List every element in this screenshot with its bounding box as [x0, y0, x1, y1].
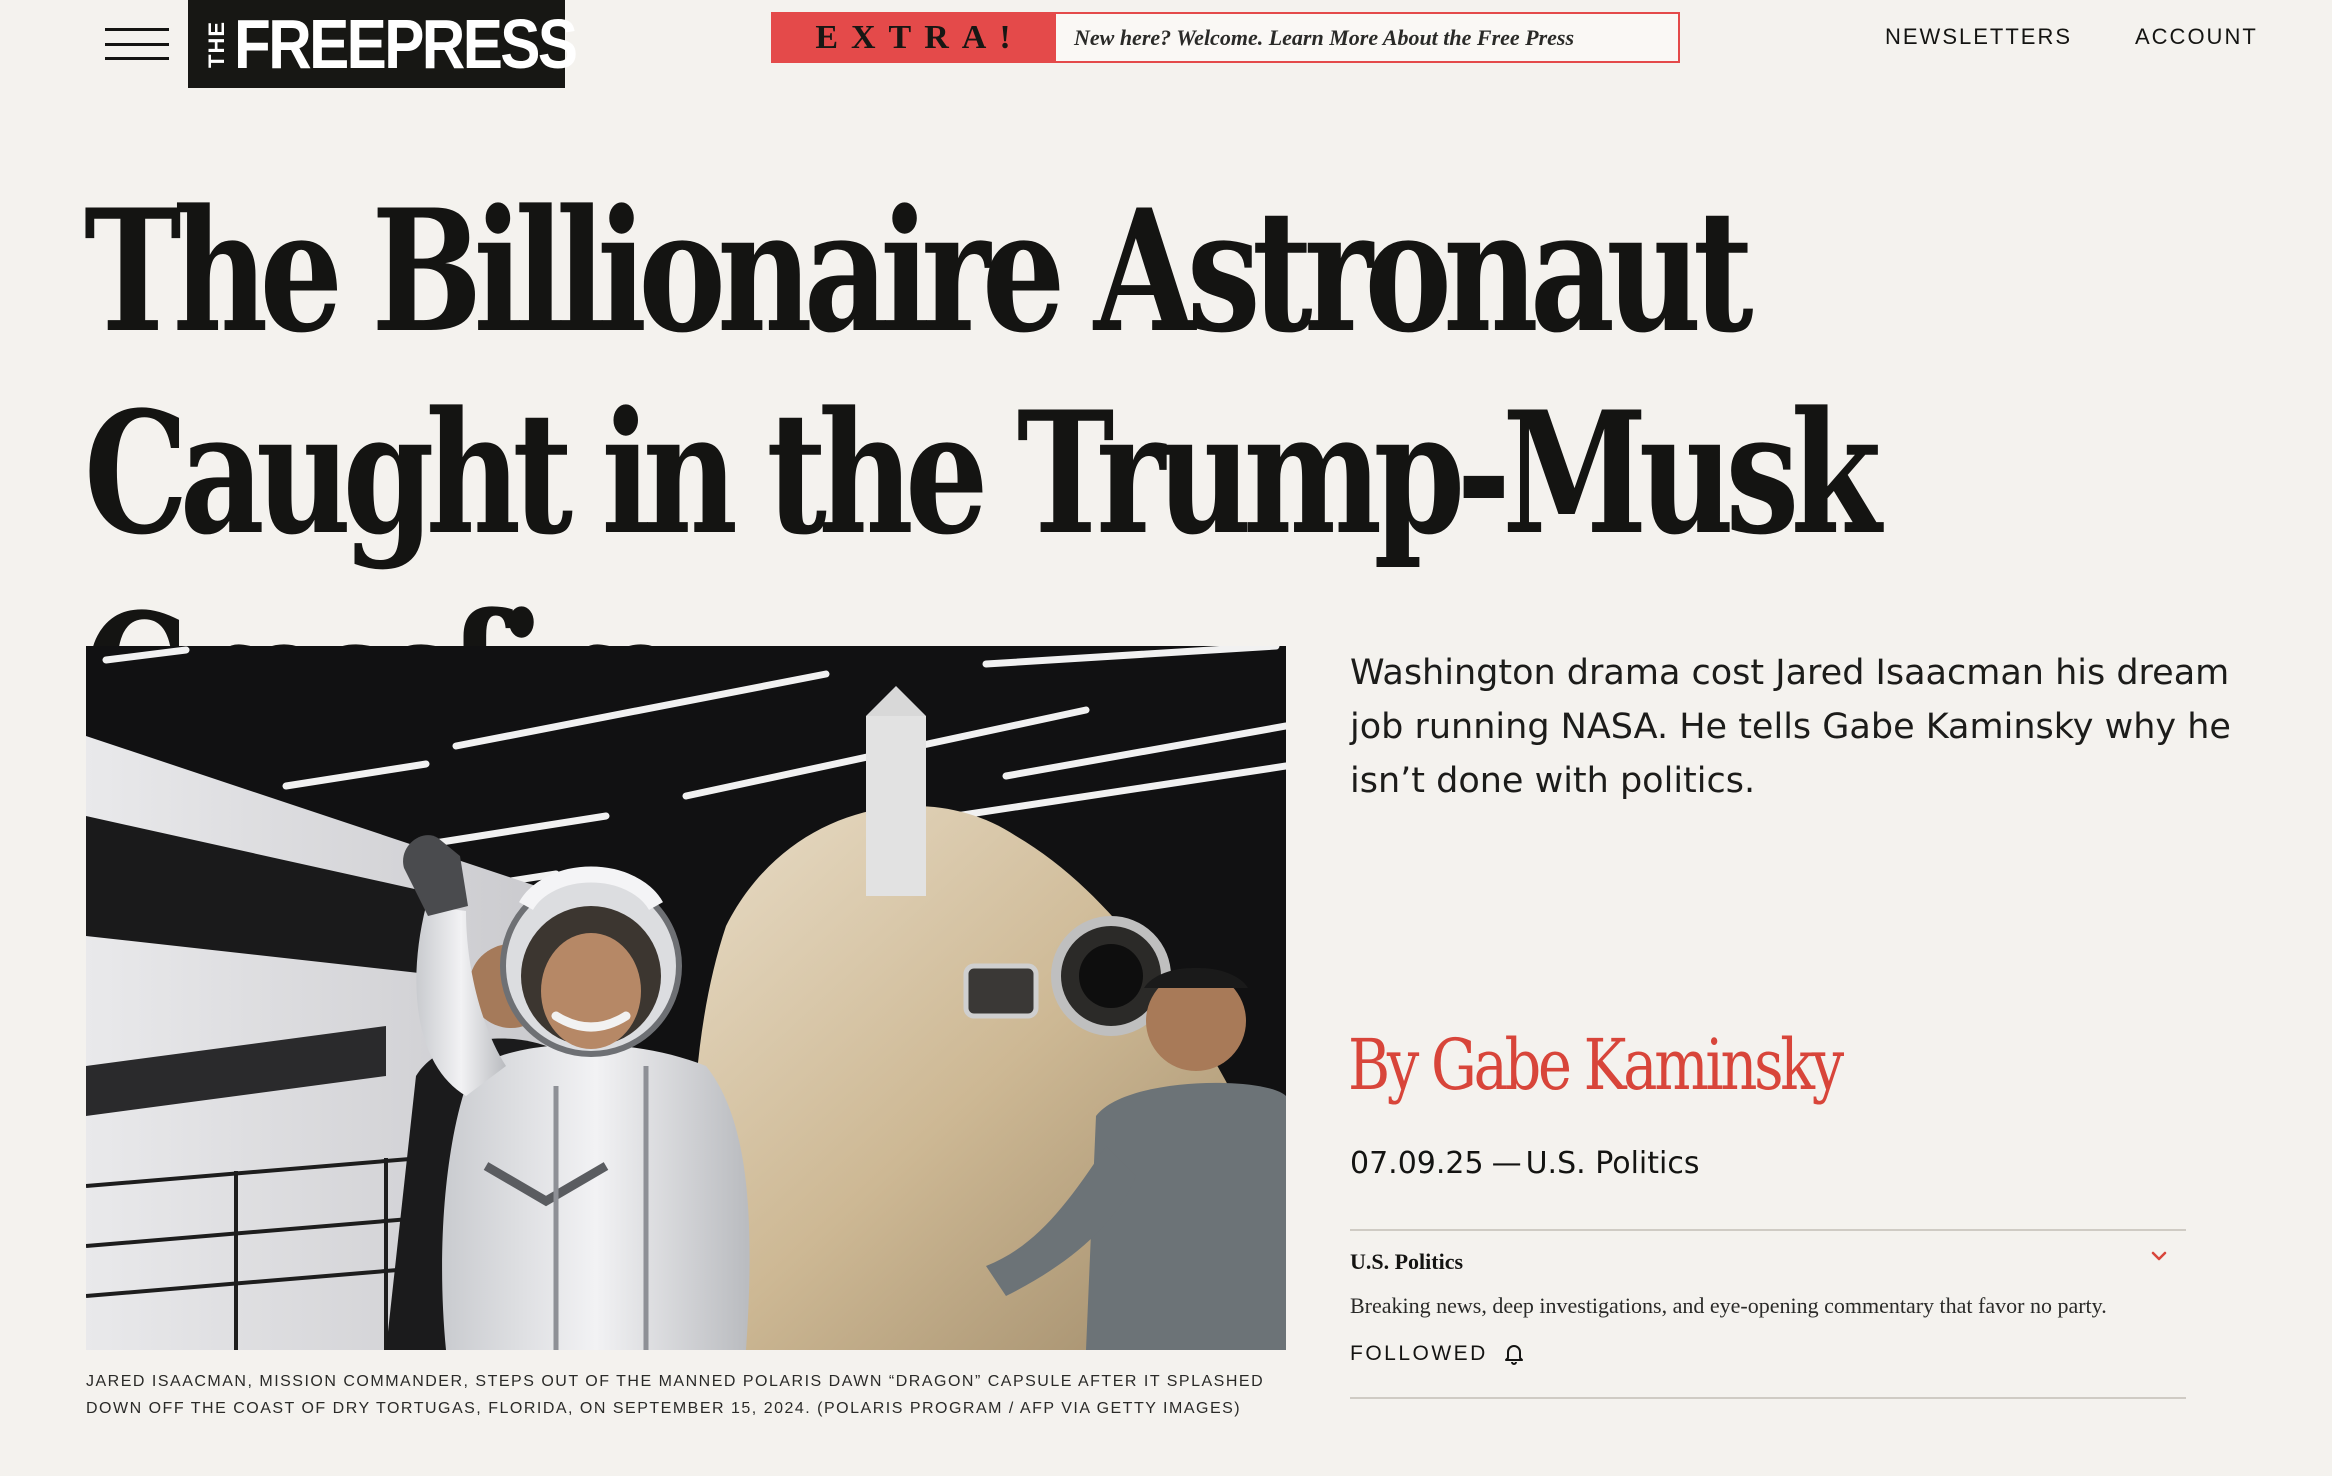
image-caption: Jared Isaacman, mission commander, steps…: [86, 1373, 1265, 1417]
article-page: THE FREEPRESS EXTRA! New here? Welcome. …: [0, 0, 2332, 1476]
chevron-down-icon[interactable]: [2148, 1245, 2170, 1267]
topic-title[interactable]: U.S. Politics: [1350, 1249, 1463, 1275]
article-dek: Washington drama cost Jared Isaacman his…: [1350, 653, 2231, 801]
extra-welcome-link[interactable]: New here? Welcome. Learn More About the …: [1056, 14, 1678, 61]
nav-newsletters-link[interactable]: NEWSLETTERS: [1885, 24, 2072, 50]
publish-date: 07.09.25: [1350, 1146, 1484, 1181]
bell-icon: [1504, 1345, 1523, 1365]
section-link[interactable]: U.S. Politics: [1526, 1146, 1700, 1181]
date-separator: —: [1491, 1146, 1522, 1181]
extra-badge: EXTRA!: [773, 14, 1056, 61]
byline-prefix: By: [1348, 1024, 1419, 1106]
author-link[interactable]: Gabe Kaminsky: [1431, 1024, 1844, 1106]
hero-image: [86, 646, 1286, 1350]
extra-banner[interactable]: EXTRA! New here? Welcome. Learn More Abo…: [771, 12, 1680, 63]
topic-description: Breaking news, deep investigations, and …: [1350, 1293, 2107, 1318]
site-logo[interactable]: THE FREEPRESS: [188, 0, 578, 88]
astronaut-photo: [86, 646, 1286, 1350]
logo-prefix: THE: [204, 20, 229, 68]
byline: By Gabe Kaminsky: [1348, 1010, 2086, 1120]
hamburger-menu-icon[interactable]: [105, 28, 169, 60]
follow-status-label: FOLLOWED: [1350, 1342, 1488, 1365]
follow-toggle-button[interactable]: FOLLOWED: [1350, 1341, 1526, 1367]
dateline: 07.09.25 — U.S. Politics: [1350, 1146, 1699, 1181]
logo-wordmark: FREEPRESS: [234, 5, 578, 83]
topic-follow-card: U.S. Politics Breaking news, deep invest…: [1350, 1229, 2186, 1399]
nav-account-link[interactable]: ACCOUNT: [2135, 24, 2258, 50]
